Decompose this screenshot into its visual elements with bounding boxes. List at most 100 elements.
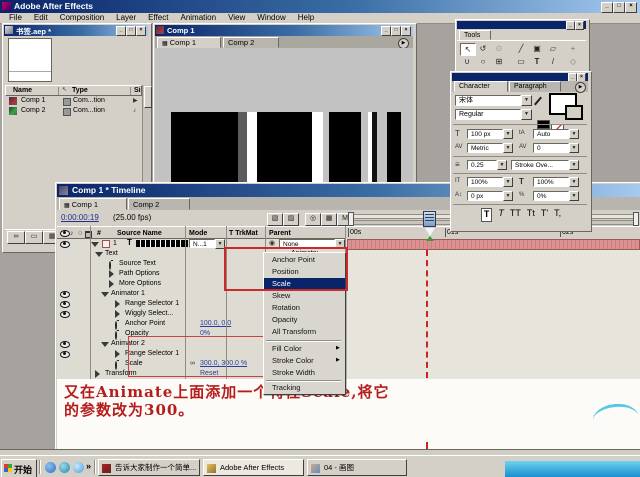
quicklaunch-overflow-button[interactable]: » bbox=[86, 461, 91, 471]
project-titlebar[interactable]: 书签.aep * _ □ × bbox=[4, 25, 148, 36]
eye-icon[interactable] bbox=[60, 351, 70, 358]
switches-button-1[interactable]: ▧ bbox=[267, 213, 283, 226]
eye-icon[interactable] bbox=[60, 311, 70, 318]
tsume-field[interactable]: 0% bbox=[533, 191, 569, 201]
menu-layer[interactable]: Layer bbox=[111, 13, 141, 23]
menu-item-stroke-color[interactable]: Stroke Color bbox=[264, 355, 345, 367]
twirl-closed-icon[interactable] bbox=[115, 300, 120, 308]
comp-maximize-button[interactable]: □ bbox=[391, 26, 401, 36]
palette-menu-button[interactable]: ▶ bbox=[575, 82, 586, 93]
menu-animation[interactable]: Animation bbox=[175, 13, 221, 23]
comp-minimize-button[interactable]: _ bbox=[381, 26, 391, 36]
column-size[interactable]: Si bbox=[134, 86, 141, 95]
font-size-arrow[interactable]: ▼ bbox=[503, 129, 513, 139]
tab-comp1[interactable]: ▦ Comp 1 bbox=[157, 37, 221, 48]
selection-tool-icon[interactable]: ↖ bbox=[460, 43, 476, 56]
tools-minimize-button[interactable]: _ bbox=[566, 21, 575, 30]
stroke-width-field[interactable]: 0.25 bbox=[467, 160, 497, 170]
layer-eye-icon[interactable] bbox=[60, 241, 70, 248]
twirl-open-icon[interactable] bbox=[101, 342, 109, 347]
tab-character[interactable]: Character bbox=[454, 81, 508, 92]
subscript-button[interactable]: T, bbox=[554, 208, 561, 222]
kerning-arrow[interactable]: ▼ bbox=[503, 143, 513, 153]
twirl-open-icon[interactable] bbox=[101, 292, 109, 297]
twirl-closed-icon[interactable] bbox=[95, 370, 100, 378]
column-number[interactable]: # bbox=[97, 229, 101, 238]
stroke-width-arrow[interactable]: ▼ bbox=[497, 160, 507, 170]
faux-bold-button[interactable]: T bbox=[481, 208, 493, 222]
frame-blend-button[interactable]: ▦ bbox=[321, 213, 337, 226]
tools-close-button[interactable]: × bbox=[575, 21, 584, 30]
project-row-comp1[interactable]: Comp 1 Com...tion ▶ bbox=[5, 96, 142, 106]
all-caps-button[interactable]: TT bbox=[510, 208, 521, 222]
twirl-open-icon[interactable] bbox=[95, 252, 103, 257]
eye-icon[interactable] bbox=[60, 301, 70, 308]
menu-item-rotation[interactable]: Rotation bbox=[264, 302, 345, 314]
font-family-arrow[interactable]: ▼ bbox=[521, 95, 532, 106]
tools-titlebar[interactable]: _ × bbox=[457, 21, 586, 29]
mode-dropdown[interactable]: N...1 bbox=[189, 239, 215, 248]
column-trkmat[interactable]: T TrkMat bbox=[229, 229, 258, 238]
close-button[interactable]: × bbox=[625, 2, 637, 13]
menu-item-all-transform[interactable]: All Transform bbox=[264, 326, 345, 338]
start-button[interactable]: 开始 bbox=[1, 459, 37, 477]
vertical-scale-field[interactable]: 100% bbox=[467, 177, 503, 187]
work-area-handle-left[interactable] bbox=[348, 212, 354, 226]
menu-item-skew[interactable]: Skew bbox=[264, 290, 345, 302]
menu-item-stroke-width[interactable]: Stroke Width bbox=[264, 367, 345, 379]
project-row-comp2[interactable]: Comp 2 Com...tion ♪ bbox=[5, 106, 142, 116]
eraser-tool-icon[interactable]: ▱ bbox=[546, 43, 560, 54]
clone-tool-icon[interactable]: ▣ bbox=[530, 43, 544, 54]
quicklaunch-icon-2[interactable] bbox=[59, 462, 70, 473]
menu-view[interactable]: View bbox=[223, 13, 250, 23]
work-area-handle-right[interactable] bbox=[633, 212, 639, 226]
baseline-shift-arrow[interactable]: ▼ bbox=[503, 191, 513, 201]
menu-composition[interactable]: Composition bbox=[55, 13, 109, 23]
column-parent[interactable]: Parent bbox=[269, 229, 291, 238]
project-close-button[interactable]: × bbox=[136, 26, 146, 36]
maximize-button[interactable]: □ bbox=[613, 2, 625, 13]
tracking-arrow[interactable]: ▼ bbox=[569, 143, 579, 153]
motion-blur-button[interactable]: ◎ bbox=[305, 213, 321, 226]
quicklaunch-icon-3[interactable] bbox=[73, 462, 84, 473]
stroke-color-swatch[interactable] bbox=[565, 105, 583, 120]
font-style-select[interactable]: Regular bbox=[455, 109, 521, 120]
taskbar-item-after-effects[interactable]: Adobe After Effects bbox=[203, 459, 304, 476]
rect-mask-tool-icon[interactable]: ▭ bbox=[514, 56, 528, 67]
new-folder-button[interactable]: ▭ bbox=[25, 231, 43, 244]
rotation-tool-icon[interactable]: ↺ bbox=[476, 43, 490, 54]
stroke-style-arrow[interactable]: ▼ bbox=[569, 160, 579, 170]
project-minimize-button[interactable]: _ bbox=[116, 26, 126, 36]
column-type[interactable]: Type bbox=[72, 86, 88, 95]
quicklaunch-icon-1[interactable] bbox=[45, 462, 56, 473]
minimize-button[interactable]: _ bbox=[601, 2, 613, 13]
twirl-closed-icon[interactable] bbox=[115, 310, 120, 318]
baseline-shift-field[interactable]: 0 px bbox=[467, 191, 503, 201]
axis-mode-icon[interactable]: + bbox=[566, 43, 580, 54]
leading-arrow[interactable]: ▼ bbox=[569, 129, 579, 139]
kerning-field[interactable]: Metric bbox=[467, 143, 503, 153]
hand-tool-icon[interactable]: ∪ bbox=[460, 56, 474, 67]
leading-field[interactable]: Auto bbox=[533, 129, 569, 139]
layer-color-swatch[interactable] bbox=[102, 240, 110, 248]
layer-twirl-icon[interactable] bbox=[91, 242, 99, 247]
tab-comp2[interactable]: Comp 2 bbox=[223, 37, 279, 48]
menu-window[interactable]: Window bbox=[252, 13, 290, 23]
brush-tool-icon[interactable]: ╱ bbox=[514, 43, 528, 54]
zoom-tool-icon[interactable]: ○ bbox=[476, 56, 490, 67]
twirl-closed-icon[interactable] bbox=[115, 350, 120, 358]
menu-file[interactable]: File bbox=[4, 13, 27, 23]
superscript-button[interactable]: T' bbox=[541, 208, 548, 222]
twirl-closed-icon[interactable] bbox=[109, 270, 114, 278]
eye-icon[interactable] bbox=[60, 341, 70, 348]
eyedropper-icon[interactable] bbox=[534, 97, 542, 106]
pen-tool-icon[interactable]: / bbox=[546, 56, 560, 67]
vertical-scale-arrow[interactable]: ▼ bbox=[503, 177, 513, 187]
taskbar-item-tutorial[interactable]: 告诉大家制作一个简单... bbox=[98, 459, 200, 476]
mask-feather-tool-icon[interactable]: ⊞ bbox=[492, 56, 506, 67]
font-size-field[interactable]: 100 px bbox=[467, 129, 503, 139]
find-button[interactable]: ∞ bbox=[7, 231, 25, 244]
project-maximize-button[interactable]: □ bbox=[126, 26, 136, 36]
taskbar-item-paint[interactable]: 04 - 画图 bbox=[307, 459, 407, 476]
timeline-tab-comp2[interactable]: Comp 2 bbox=[128, 198, 190, 210]
